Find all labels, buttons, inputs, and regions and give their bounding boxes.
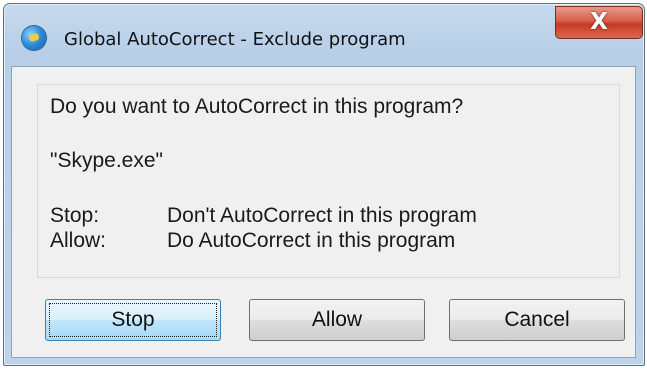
- close-button[interactable]: X: [555, 6, 643, 39]
- definition-description: Don't AutoCorrect in this program: [167, 204, 477, 227]
- definition-row-stop: Stop: Don't AutoCorrect in this program: [50, 204, 477, 228]
- definition-term: Allow:: [50, 229, 107, 252]
- allow-button-label: Allow: [311, 308, 363, 331]
- dialog-window: Global AutoCorrect - Exclude program X D…: [3, 3, 645, 366]
- stop-button[interactable]: Stop: [45, 299, 221, 341]
- dialog-body: Do you want to AutoCorrect in this progr…: [11, 66, 636, 358]
- definition-term: Stop:: [50, 204, 100, 227]
- window-title: Global AutoCorrect - Exclude program: [64, 29, 406, 50]
- close-icon: X: [590, 9, 608, 35]
- question-text: Do you want to AutoCorrect in this progr…: [50, 95, 464, 118]
- allow-button[interactable]: Allow: [249, 299, 425, 341]
- cancel-button-label: Cancel: [504, 308, 570, 331]
- focus-rectangle: [49, 303, 217, 337]
- program-name: "Skype.exe": [50, 149, 163, 172]
- definition-description: Do AutoCorrect in this program: [167, 229, 456, 252]
- globe-icon: [22, 26, 46, 50]
- definition-row-allow: Allow: Do AutoCorrect in this program: [50, 229, 455, 253]
- cancel-button[interactable]: Cancel: [449, 299, 625, 341]
- message-panel: Do you want to AutoCorrect in this progr…: [37, 84, 620, 278]
- title-bar[interactable]: Global AutoCorrect - Exclude program X: [4, 4, 644, 66]
